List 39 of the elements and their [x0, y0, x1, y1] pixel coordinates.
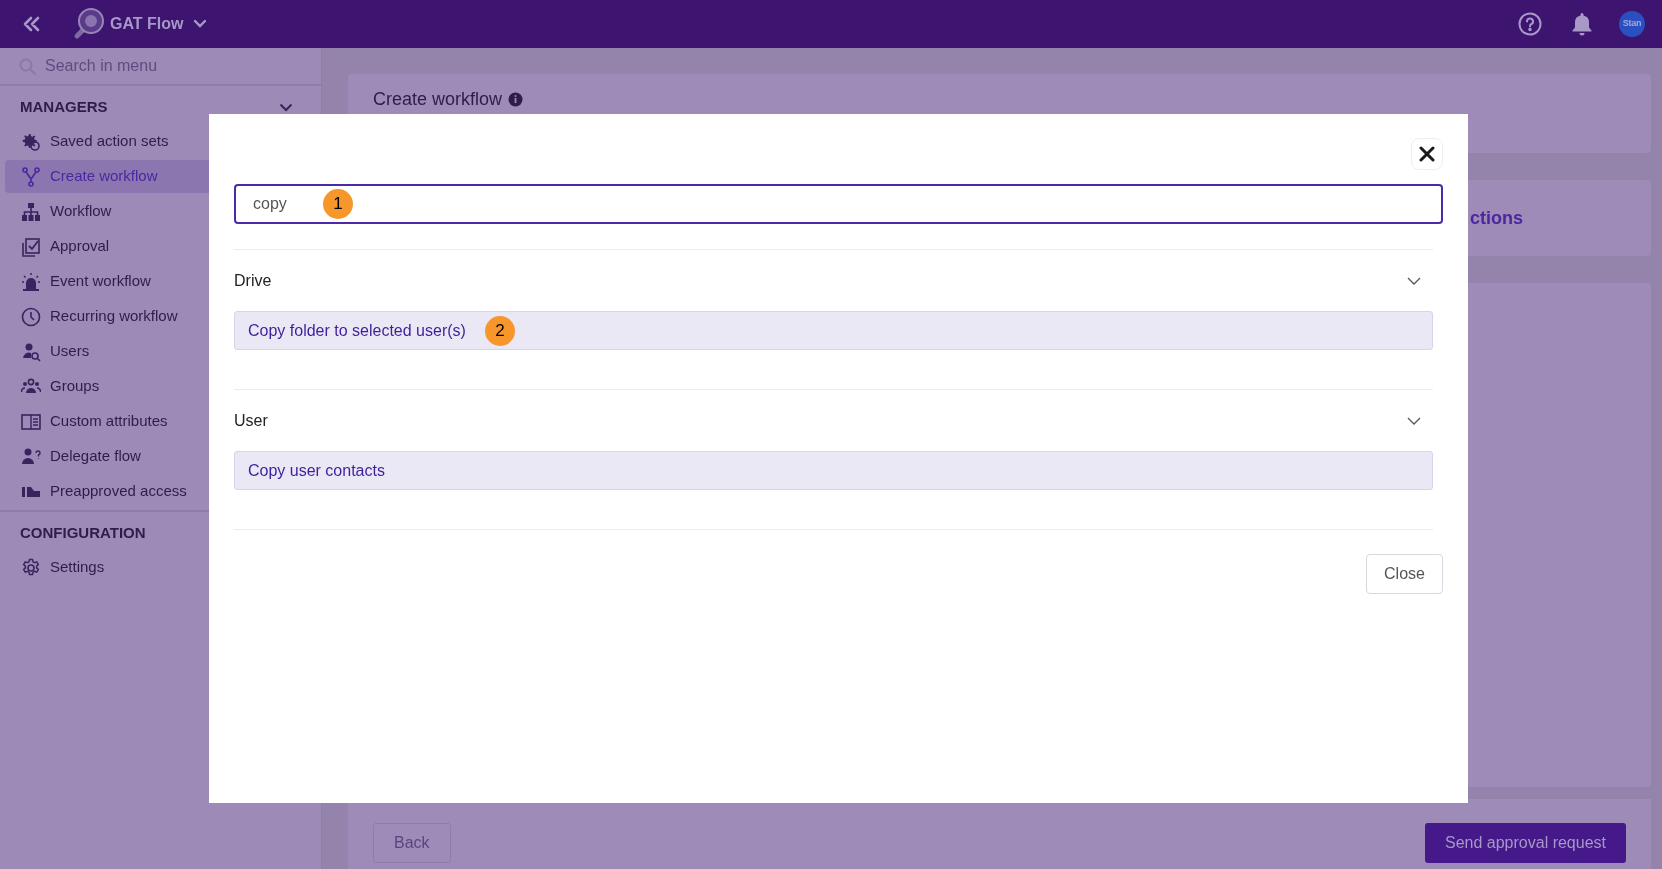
group-header[interactable]: User [234, 409, 1433, 433]
user-search-icon [21, 341, 41, 362]
gear-icon [21, 131, 41, 152]
section-heading: MANAGERS [20, 97, 108, 118]
help-icon[interactable] [1518, 12, 1542, 36]
branch-icon [21, 166, 41, 187]
siren-icon [21, 271, 41, 292]
chevron-down-icon[interactable] [279, 103, 293, 112]
info-icon [508, 92, 524, 107]
menu-search-field[interactable]: Search in menu [45, 54, 295, 78]
sidebar-item[interactable]: Groups [5, 370, 321, 403]
close-icon[interactable] [1411, 138, 1443, 170]
action-item[interactable]: Copy folder to selected user(s) 2 [234, 311, 1433, 350]
group-header[interactable]: Drive [234, 269, 1433, 293]
page-title: Create workflow [373, 88, 503, 111]
sidebar-item[interactable]: Settings [5, 551, 321, 584]
chevron-down-icon[interactable] [1407, 276, 1421, 286]
panel-icon [21, 411, 41, 432]
back-button[interactable]: Back [373, 823, 451, 863]
chevron-down-icon [193, 19, 208, 29]
bell-icon[interactable] [1571, 12, 1593, 36]
step-marker: 1 [323, 189, 353, 219]
clock-icon [21, 306, 41, 327]
sidebar-item[interactable]: Saved action sets [5, 125, 321, 158]
chevron-down-icon[interactable] [1407, 416, 1421, 426]
step-marker: 2 [484, 315, 515, 346]
send-approval-button[interactable]: Send approval request [1425, 823, 1626, 863]
sidebar-item[interactable]: Approval [5, 230, 321, 263]
section-heading: CONFIGURATION [20, 523, 146, 544]
person-question-icon [21, 446, 41, 467]
logo-icon [72, 7, 106, 41]
card-title: ctions [1470, 206, 1523, 230]
app-switcher[interactable]: GAT Flow [110, 12, 208, 36]
checklist-icon [21, 236, 41, 257]
hierarchy-icon [21, 201, 41, 222]
settings-icon [21, 557, 41, 578]
action-item[interactable]: Copy user contacts [234, 451, 1433, 490]
close-button[interactable]: Close [1366, 554, 1443, 594]
user-avatar[interactable]: Stan [1619, 11, 1645, 37]
